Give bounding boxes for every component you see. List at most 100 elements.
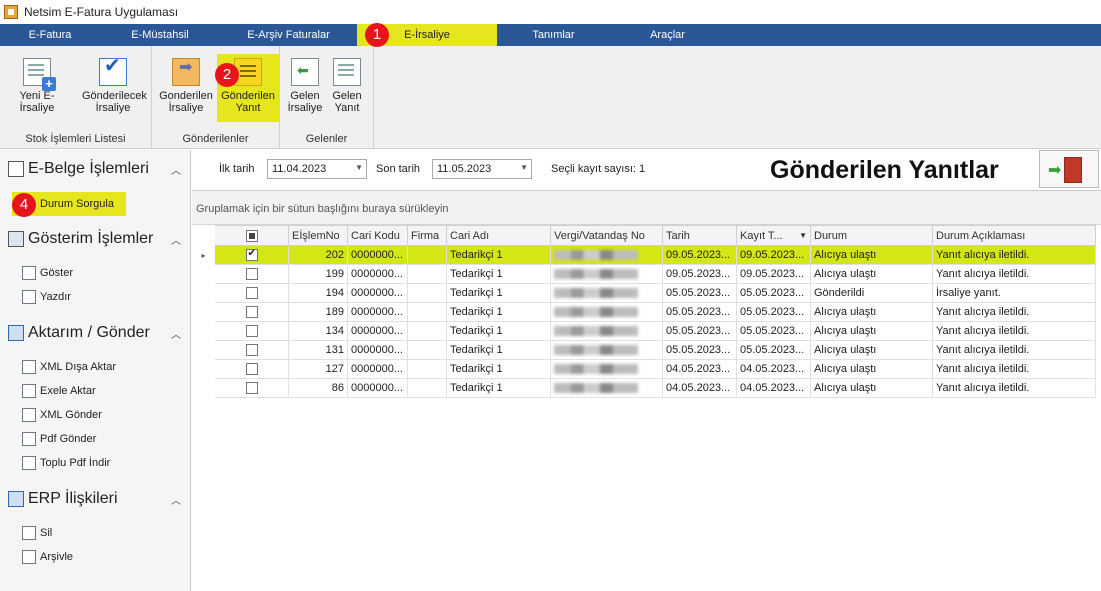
gonderilen-irsaliye-button[interactable]: Gonderilen İrsaliye [155, 54, 217, 122]
row-select-cell[interactable] [214, 340, 289, 360]
cell-tarih: 09.05.2023... [662, 264, 737, 284]
col-header-firma[interactable]: Firma [407, 225, 447, 246]
cell-durum-aciklamasi: Yanıt alıcıya iletildi. [932, 340, 1096, 360]
col-header-vergi-no[interactable]: Vergi/Vatandaş No [550, 225, 663, 246]
exit-button[interactable]: ➡ [1039, 150, 1099, 188]
redacted-value [554, 345, 638, 356]
row-checkbox[interactable] [245, 248, 258, 262]
sidebar-item-toplu-pdf-indir[interactable]: Toplu Pdf İndir [22, 454, 110, 472]
tab-e-fatura[interactable]: E-Fatura [0, 24, 100, 46]
group-label-stok: Stok İşlemleri Listesi [25, 133, 126, 145]
cell-kayit-tarihi: 05.05.2023... [736, 321, 811, 341]
erp-icon [8, 491, 24, 507]
row-checkbox[interactable] [245, 382, 258, 395]
col-header-cari-adi[interactable]: Cari Adı [446, 225, 551, 246]
cell-firma [407, 283, 447, 303]
gonderilecek-irsaliye-button[interactable]: Gönderilecek İrsaliye [82, 54, 147, 122]
row-checkbox[interactable] [245, 306, 258, 319]
dropdown-arrow-icon: ▼ [520, 163, 528, 172]
cell-durum: Alıcıya ulaştı [810, 359, 933, 379]
table-row[interactable]: 199 0000000... Tedarikçi 1 09.05.2023... 09.… [192, 264, 1096, 284]
cell-islemno: 86 [288, 378, 348, 398]
table-row[interactable]: ▸ 2020000000... Tedarikçi 1 09.05.2023...09… [192, 245, 1096, 265]
col-header-islemno[interactable]: EİşlemNo [288, 225, 348, 246]
redacted-value [554, 364, 638, 375]
new-e-irsaliye-button[interactable]: Yeni E-İrsaliye [6, 54, 68, 122]
row-checkbox[interactable] [245, 344, 258, 357]
gelen-yanit-button[interactable]: Gelen Yanıt [316, 54, 378, 122]
col-header-durum-aciklamasi[interactable]: Durum Açıklaması [932, 225, 1096, 246]
sort-desc-icon: ▼ [799, 230, 807, 240]
sidebar-item-yazdir[interactable]: Yazdır [22, 288, 71, 306]
cell-cari-adi: Tedarikçi 1 [446, 302, 551, 322]
cell-islemno: 127 [288, 359, 348, 379]
cell-islemno: 194 [288, 283, 348, 303]
cell-vergi-no [550, 321, 663, 341]
table-row[interactable]: 86 0000000... Tedarikçi 1 04.05.2023... 04.0… [192, 378, 1096, 398]
cell-durum: Alıcıya ulaştı [810, 245, 933, 265]
cell-tarih: 09.05.2023... [662, 245, 737, 265]
cell-vergi-no [550, 283, 663, 303]
row-select-cell[interactable] [214, 359, 289, 379]
section-aktarim[interactable]: Aktarım / Gönder ︿ [8, 322, 183, 344]
row-indicator-header [192, 225, 215, 246]
table-row[interactable]: 134 0000000... Tedarikçi 1 05.05.2023... 05.… [192, 321, 1096, 341]
title-bar: Netsim E-Fatura Uygulaması [0, 0, 1101, 24]
row-select-cell[interactable] [214, 283, 289, 303]
row-checkbox[interactable] [245, 287, 258, 300]
cell-kayit-tarihi: 05.05.2023... [736, 340, 811, 360]
cell-cari-kodu: 0000000... [347, 340, 408, 360]
row-indicator [192, 264, 215, 284]
sidebar-item-exele-aktar[interactable]: Exele Aktar [22, 382, 96, 400]
tab-e-arsiv-faturalar[interactable]: E-Arşiv Faturalar [220, 24, 357, 46]
xml-send-icon [22, 408, 36, 422]
row-checkbox[interactable] [245, 325, 258, 338]
tab-araclar[interactable]: Araçlar [610, 24, 725, 46]
end-date-input[interactable]: 11.05.2023 ▼ [432, 159, 532, 179]
cell-firma [407, 245, 447, 265]
table-row[interactable]: 131 0000000... Tedarikçi 1 05.05.2023... 05.… [192, 340, 1096, 360]
row-checkbox[interactable] [245, 363, 258, 376]
cell-cari-kodu: 0000000... [347, 378, 408, 398]
row-select-cell[interactable] [214, 264, 289, 284]
select-all-header[interactable] [214, 225, 289, 246]
sidebar-item-sil[interactable]: Sil [22, 524, 52, 542]
col-header-kayit-tarihi[interactable]: Kayıt T... ▼ [736, 225, 811, 246]
start-date-input[interactable]: 11.04.2023 ▼ [267, 159, 367, 179]
tab-e-mustahsil[interactable]: E-Müstahsil [100, 24, 220, 46]
sidebar-item-pdf-gonder[interactable]: Pdf Gönder [22, 430, 96, 448]
monitor-icon [8, 231, 24, 247]
cell-tarih: 05.05.2023... [662, 321, 737, 341]
sidebar-item-xml-gonder[interactable]: XML Gönder [22, 406, 102, 424]
row-select-cell[interactable] [214, 302, 289, 322]
section-e-belge[interactable]: E-Belge İşlemleri ︿ [8, 158, 183, 180]
row-checkbox[interactable] [245, 268, 258, 281]
group-panel[interactable]: Gruplamak için bir sütun başlığını buray… [192, 191, 1101, 225]
row-select-cell[interactable] [214, 245, 289, 265]
sidebar-item-xml-disa-aktar[interactable]: XML Dışa Aktar [22, 358, 116, 376]
table-row[interactable]: 189 0000000... Tedarikçi 1 05.05.2023... 05.… [192, 302, 1096, 322]
row-indicator [192, 340, 215, 360]
ribbon-group-gonderilenler: Gonderilen İrsaliye Gönderilen Yanıt Gön… [152, 46, 280, 149]
row-indicator [192, 321, 215, 341]
tab-tanimlar[interactable]: Tanımlar [497, 24, 610, 46]
cell-durum-aciklamasi: Yanıt alıcıya iletildi. [932, 245, 1096, 265]
select-all-checkbox[interactable] [245, 229, 258, 242]
col-header-durum[interactable]: Durum [810, 225, 933, 246]
table-row[interactable]: 127 0000000... Tedarikçi 1 04.05.2023... 04.… [192, 359, 1096, 379]
cell-cari-adi: Tedarikçi 1 [446, 264, 551, 284]
sidebar-item-goster[interactable]: Göster [22, 264, 73, 282]
cell-cari-adi: Tedarikçi 1 [446, 340, 551, 360]
col-header-cari-kodu[interactable]: Cari Kodu [347, 225, 408, 246]
marker-1: 1 [365, 23, 389, 47]
cell-tarih: 04.05.2023... [662, 359, 737, 379]
sidebar: E-Belge İşlemleri ︿ Durum Sorgula Göster… [0, 150, 191, 591]
table-row[interactable]: 194 0000000... Tedarikçi 1 05.05.2023... 05.… [192, 283, 1096, 303]
sidebar-item-arsivle[interactable]: Arşivle [22, 548, 73, 566]
row-select-cell[interactable] [214, 321, 289, 341]
section-erp[interactable]: ERP İlişkileri ︿ [8, 488, 183, 510]
section-gosterim[interactable]: Gösterim İşlemler ︿ [8, 228, 183, 250]
row-select-cell[interactable] [214, 378, 289, 398]
cell-cari-kodu: 0000000... [347, 302, 408, 322]
col-header-tarih[interactable]: Tarih [662, 225, 737, 246]
